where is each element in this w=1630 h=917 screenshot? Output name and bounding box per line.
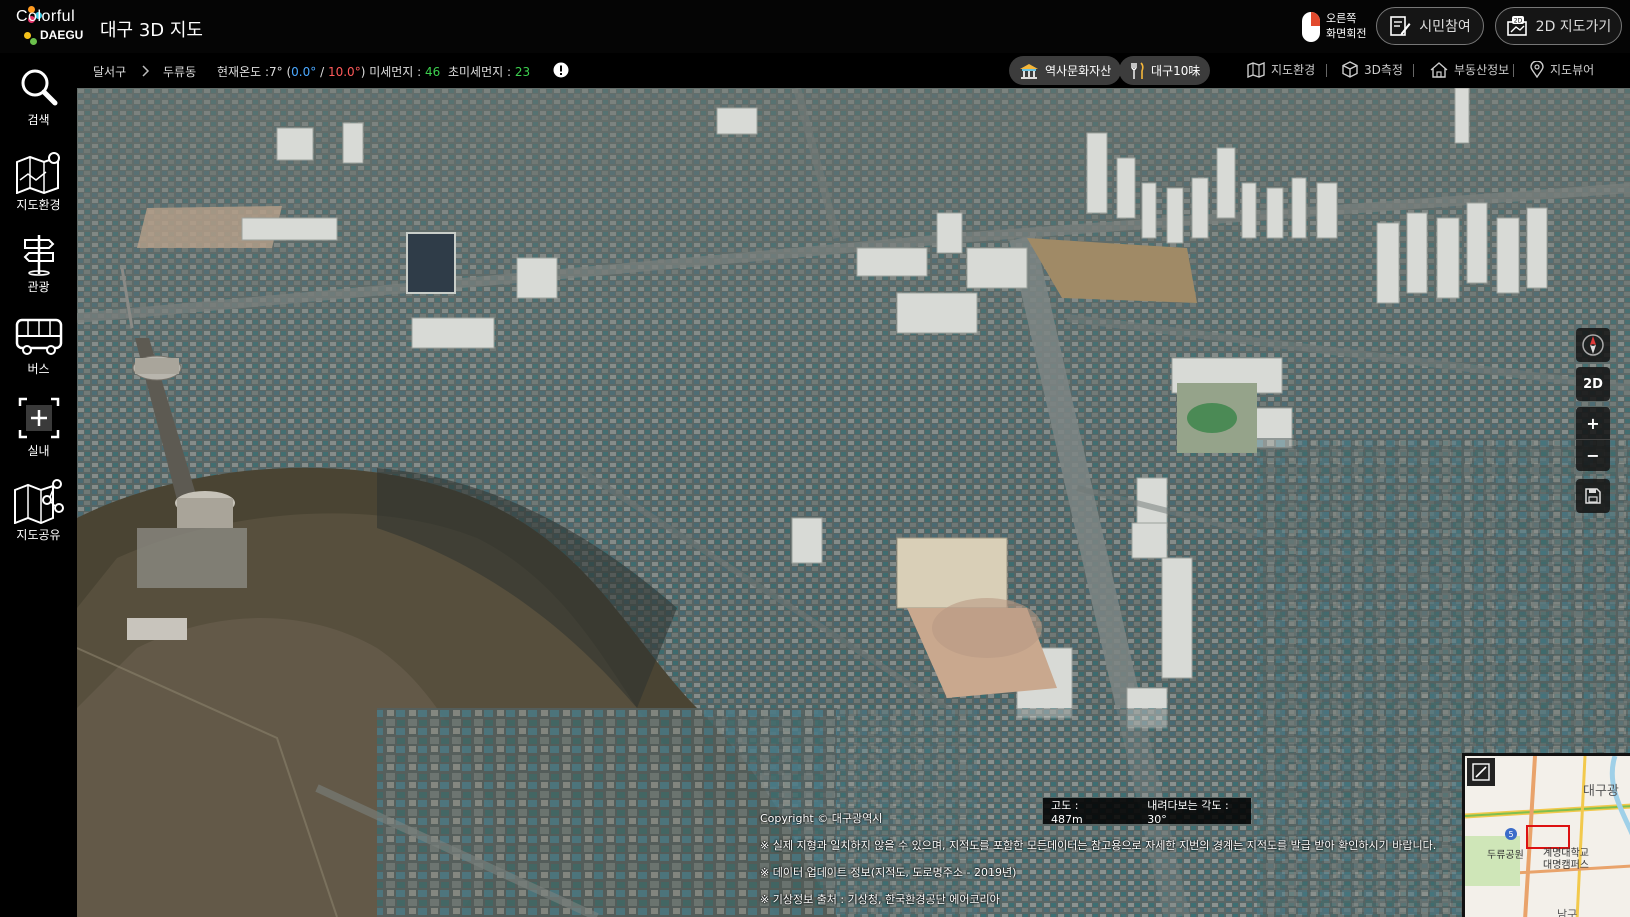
compass-icon <box>1582 334 1604 356</box>
zoom-out-button[interactable]: − <box>1576 439 1610 471</box>
left-sidebar: 검색 지도환경 관광 버스 실내 지도공유 <box>0 53 77 917</box>
fine-dust-label: 미세먼지 : <box>369 65 422 79</box>
map-2d-icon: 2D <box>1506 16 1527 36</box>
ultrafine-dust-label: 초미세먼지 : <box>447 65 512 79</box>
logo-text-colorful: Colorful <box>16 8 76 25</box>
badge-2d-text: 2D <box>1513 18 1522 25</box>
share-map-icon <box>13 479 64 524</box>
note-data-update: ※ 데이터 업데이트 정보(지적도, 도로명주소 - 2019년) <box>760 866 1017 879</box>
menu-real-estate[interactable]: 부동산정보 <box>1430 61 1509 78</box>
logo-text-daegu: DAEGU <box>40 28 84 42</box>
food-chip-label: 대구10味 <box>1151 64 1201 78</box>
zoom-control: + − <box>1576 407 1610 471</box>
menu-item-label: 3D측정 <box>1364 63 1403 77</box>
rotate-hint-line1: 오른쪽 <box>1326 12 1357 25</box>
search-icon <box>21 69 57 106</box>
alert-info-icon[interactable] <box>553 62 569 78</box>
heritage-building-icon <box>1020 63 1038 79</box>
menu-divider <box>1513 64 1514 77</box>
location-pin-icon <box>1530 61 1544 78</box>
menu-item-label: 지도뷰어 <box>1550 63 1595 77</box>
sidebar-item-bus[interactable]: 버스 <box>0 306 77 388</box>
temperature-slash: / <box>320 65 325 79</box>
app-title: 대구 3D 지도 <box>100 20 203 41</box>
sidebar-item-label: 지도공유 <box>16 528 61 542</box>
sidebar-item-indoor[interactable]: 실내 <box>0 388 77 470</box>
menu-3d-measure[interactable]: 3D측정 <box>1342 61 1403 78</box>
menu-map-environment[interactable]: 지도환경 <box>1247 61 1315 78</box>
location-info-bar: 달서구 두류동 현재온도 :7° (0.0° / 10.0°) 미세먼지 : 4… <box>77 53 1630 88</box>
map-3d-view[interactable] <box>77 88 1630 917</box>
fine-dust-value: 46 <box>425 65 441 79</box>
temperature-label: 현재온도 : <box>217 65 270 79</box>
cube-icon <box>1342 61 1358 78</box>
sidebar-item-label: 버스 <box>27 362 50 376</box>
indoor-icon <box>18 397 59 439</box>
map-pin-icon <box>15 152 60 194</box>
top-header: Colorful DAEGU 대구 3D 지도 오른쪽 화면회전 시민참여 2D… <box>0 0 1630 53</box>
daegu-food-layer-toggle[interactable]: 대구10味 <box>1119 56 1211 85</box>
collapse-icon <box>1472 763 1490 781</box>
menu-item-label: 지도환경 <box>1271 63 1316 77</box>
heritage-chip-label: 역사문화자산 <box>1045 64 1112 78</box>
map-disclaimer: Copyright © 대구광역시 ※ 실제 지형과 일치하지 않을 수 있으며… <box>760 805 1436 913</box>
breadcrumb-district[interactable]: 달서구 <box>93 63 126 80</box>
sidebar-item-label: 검색 <box>27 113 50 127</box>
minimap-label-south: 남구 <box>1557 908 1577 917</box>
app-root: Colorful DAEGU 대구 3D 지도 오른쪽 화면회전 시민참여 2D… <box>0 0 1630 917</box>
minimap-label-park: 두류공원 <box>1487 849 1524 861</box>
minimap-label-region: 대구광 <box>1583 784 1619 799</box>
signpost-icon <box>23 235 54 276</box>
2d-mode-toggle[interactable]: 2D <box>1576 367 1610 401</box>
minimap-collapse-button[interactable] <box>1467 758 1495 786</box>
menu-divider <box>1326 64 1327 77</box>
heritage-layer-toggle[interactable]: 역사문화자산 <box>1009 56 1122 85</box>
sidebar-item-label: 실내 <box>27 444 50 458</box>
menu-map-viewer[interactable]: 지도뷰어 <box>1530 61 1594 78</box>
note-accuracy: ※ 실제 지형과 일치하지 않을 수 있으며, 지적도를 포함한 모든데이터는 … <box>760 839 1437 852</box>
ultrafine-dust-value: 23 <box>514 65 531 79</box>
menu-divider <box>1413 64 1414 77</box>
fork-knife-icon <box>1131 61 1144 79</box>
colorful-daegu-logo[interactable]: Colorful DAEGU <box>16 6 98 48</box>
sidebar-item-map-share[interactable]: 지도공유 <box>0 470 77 552</box>
minimap-label-univ1: 계명대학교 <box>1543 847 1589 859</box>
compass-button[interactable] <box>1576 328 1610 362</box>
weather-info: 현재온도 :7° (0.0° / 10.0°) 미세먼지 : 46 초미세먼지 … <box>217 65 531 79</box>
copyright-text: Copyright © 대구광역시 <box>760 812 883 825</box>
menu-item-label: 부동산정보 <box>1454 63 1510 77</box>
temperature-min: 0.0° <box>291 65 317 79</box>
bus-icon <box>15 318 62 355</box>
sidebar-item-search[interactable]: 검색 <box>0 57 77 139</box>
map-icon <box>1247 61 1265 78</box>
sidebar-item-label: 관광 <box>27 280 50 294</box>
edit-document-icon <box>1390 16 1411 36</box>
sidebar-item-tourism[interactable]: 관광 <box>0 224 77 306</box>
sidebar-item-map-environment[interactable]: 지도환경 <box>0 142 77 224</box>
minimap-route-number: 5 <box>1508 830 1513 839</box>
save-view-button[interactable] <box>1576 479 1610 513</box>
aerial-city-scene <box>77 88 1630 917</box>
temperature-value: 7° <box>269 65 283 79</box>
sidebar-item-label: 지도환경 <box>16 198 61 212</box>
note-weather-source: ※ 기상정보 출처 : 기상청, 한국환경공단 에어코리아 <box>760 893 1000 906</box>
citizen-button-label: 시민참여 <box>1419 19 1471 35</box>
goto-2d-map-button[interactable]: 2D 2D 지도가기 <box>1495 7 1622 45</box>
breadcrumb-dong[interactable]: 두류동 <box>163 63 196 80</box>
goto-2d-label: 2D 지도가기 <box>1535 19 1612 35</box>
temperature-max: 10.0° <box>327 65 361 79</box>
right-drag-rotate-hint: 오른쪽 화면회전 <box>1302 8 1372 46</box>
citizen-participation-button[interactable]: 시민참여 <box>1376 7 1484 45</box>
mouse-icon <box>1302 12 1320 42</box>
rotate-hint-line2: 화면회전 <box>1326 27 1367 40</box>
house-icon <box>1430 61 1448 78</box>
zoom-in-button[interactable]: + <box>1586 407 1599 439</box>
chevron-right-icon <box>142 65 150 77</box>
minimap-label-univ2: 대명캠퍼스 <box>1543 859 1589 871</box>
save-icon <box>1585 488 1601 504</box>
overview-minimap[interactable]: 5 대구광 두류공원 계명대학교 대명캠퍼스 남구 <box>1462 753 1630 917</box>
